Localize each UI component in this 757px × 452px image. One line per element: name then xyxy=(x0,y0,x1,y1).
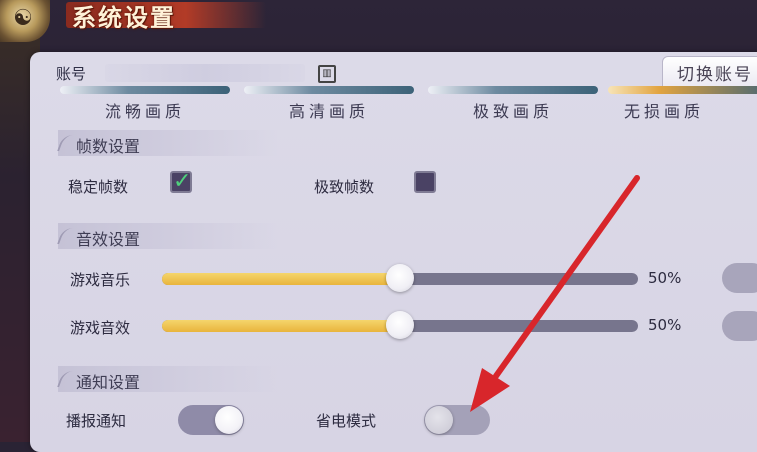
red-arrow-annotation xyxy=(470,175,640,412)
